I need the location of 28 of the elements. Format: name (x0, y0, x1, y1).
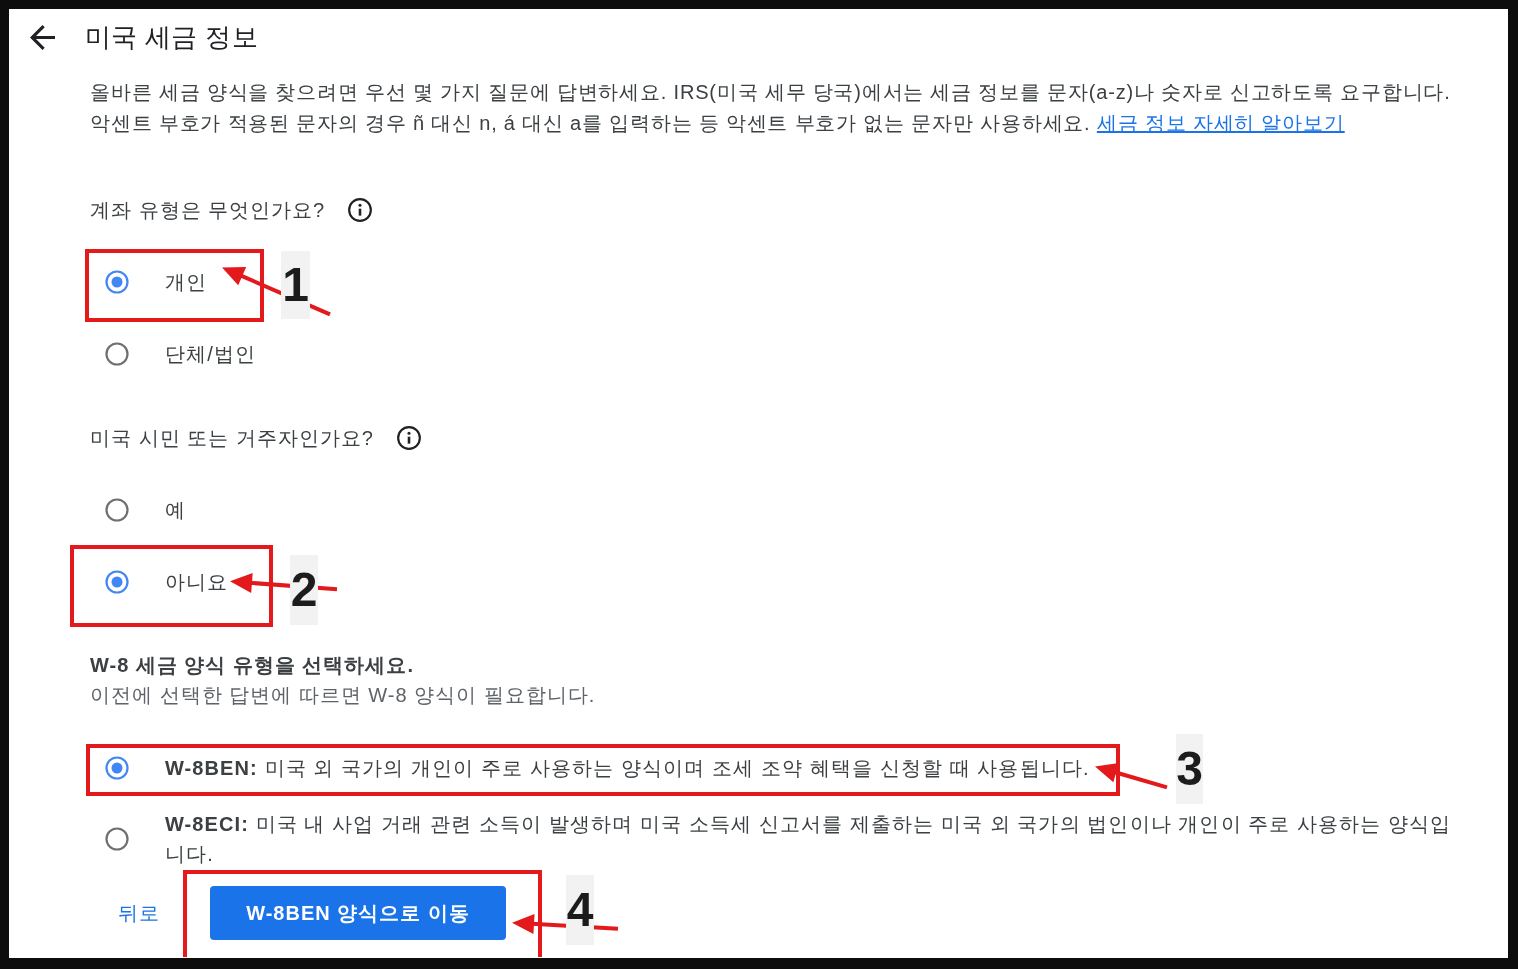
radio-button[interactable] (105, 498, 129, 522)
learn-more-link[interactable]: 세금 정보 자세히 알아보기 (1096, 112, 1345, 134)
option-label: 아니요 (165, 570, 229, 595)
option-label: W-8ECI: 미국 내 사업 거래 관련 소득이 발생하며 미국 소득세 신고서를 제출하는 미국 외 국가의 법인이나 개인이 주로 사용하는 양식입니다. (165, 812, 1453, 867)
back-button[interactable]: 뒤로 (104, 890, 174, 936)
continue-button[interactable]: W-8BEN 양식으로 이동 (210, 886, 506, 940)
info-icon[interactable] (395, 425, 422, 451)
step-number: 1 (281, 251, 310, 319)
question-label: 미국 시민 또는 거주자인가요? (90, 426, 374, 451)
option-label: W-8BEN: 미국 외 국가의 개인이 주로 사용하는 양식이며 조세 조약 혜택을 신청할 때 사용됩니다. (165, 756, 1090, 781)
radio-button[interactable] (105, 570, 129, 594)
step-number: 3 (1176, 734, 1203, 804)
option-label: 단체/법인 (165, 342, 257, 367)
radio-button[interactable] (105, 342, 129, 366)
step-number: 4 (566, 875, 594, 945)
option-label: 개인 (165, 270, 208, 295)
option-label: 예 (165, 498, 187, 523)
question-label: 계좌 유형은 무엇인가요? (90, 198, 326, 223)
radio-button[interactable] (105, 270, 129, 294)
back-arrow-icon[interactable] (30, 24, 55, 50)
step-number: 2 (290, 555, 318, 625)
page-title: 미국 세금 정보 (85, 21, 258, 54)
section-title: W-8 세금 양식 유형을 선택하세요. (90, 653, 416, 678)
info-icon[interactable] (347, 197, 374, 223)
description-text: 올바른 세금 양식을 찾으려면 우선 몇 가지 질문에 답변하세요. IRS(미국 세무 당국)에서는 세금 정보를 문자(a-z)나 숫자로 신고하도록 요구합니다. 악센트 부호가 적용된 문자의 경우 ñ 대신 n, á 대신 a를 입력하는 등 악센트 부호가 없는 문자만 사용하세요. 세금 정보 자세히 알아보기 (90, 80, 1452, 136)
radio-button[interactable] (105, 756, 129, 780)
radio-button[interactable] (105, 827, 129, 851)
section-subtitle: 이전에 선택한 답변에 따르면 W-8 양식이 필요합니다. (90, 683, 597, 708)
